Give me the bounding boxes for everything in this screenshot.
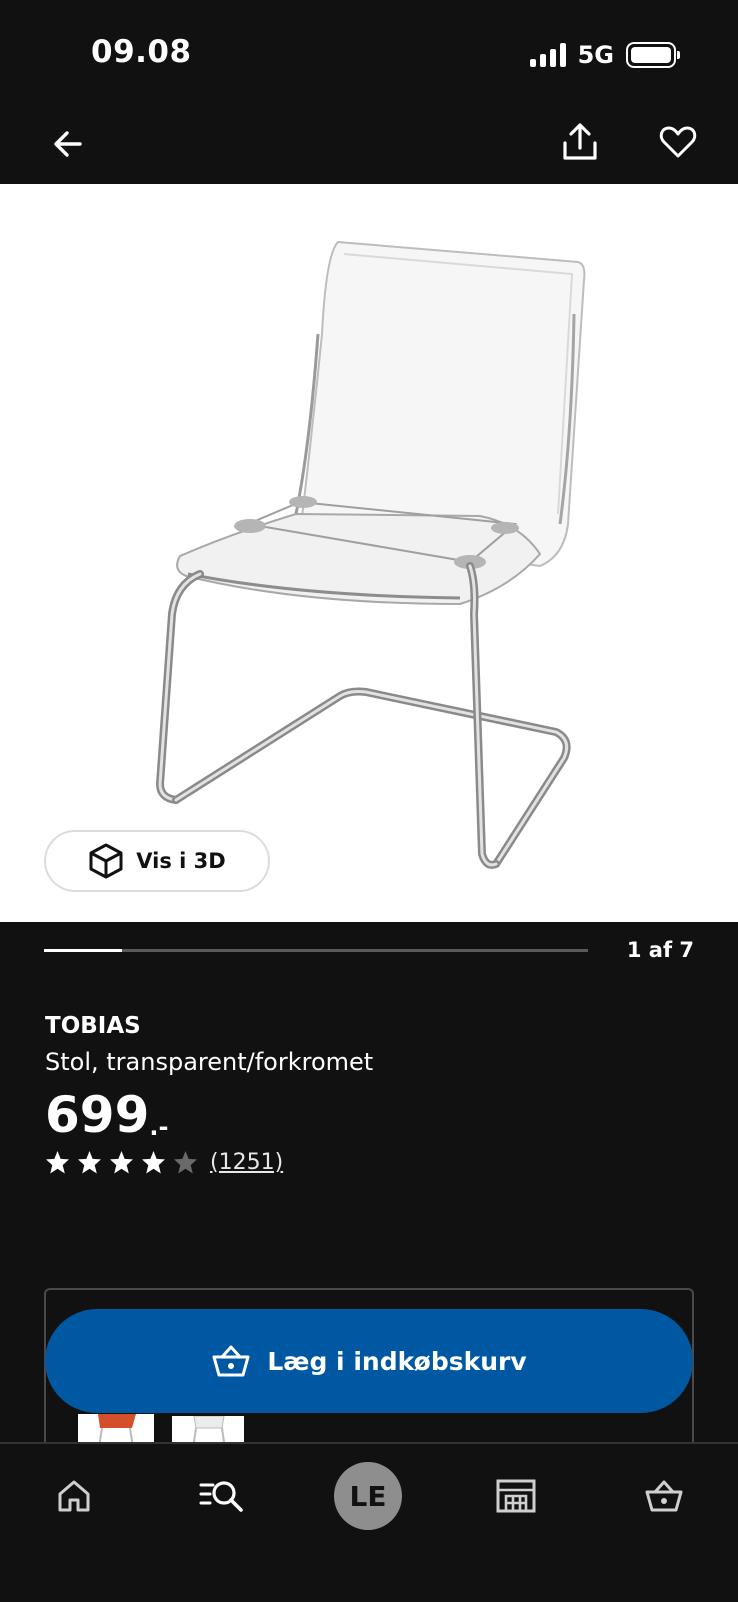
tab-cart[interactable]: [640, 1466, 688, 1526]
tab-store[interactable]: [492, 1466, 540, 1526]
product-image-gallery[interactable]: Vis i 3D: [0, 184, 738, 922]
cart-icon: [645, 1480, 683, 1512]
bottom-tab-bar: LE: [0, 1442, 738, 1602]
product-description: Stol, transparent/forkromet: [45, 1048, 374, 1076]
product-price: 699 .-: [45, 1086, 695, 1144]
battery-icon: [626, 42, 680, 68]
tab-search[interactable]: [194, 1466, 250, 1526]
star-rating: [45, 1150, 198, 1175]
star-icon: [78, 1151, 101, 1174]
share-button[interactable]: [556, 118, 604, 166]
network-label: 5G: [577, 41, 614, 69]
cube-3d-icon: [89, 843, 123, 879]
star-icon: [110, 1151, 133, 1174]
top-nav: [0, 104, 738, 184]
heart-icon: [659, 126, 697, 158]
store-icon: [496, 1479, 536, 1513]
search-list-icon: [199, 1481, 243, 1512]
share-icon: [563, 123, 597, 160]
star-icon: [46, 1151, 69, 1174]
avatar: LE: [334, 1462, 402, 1530]
progress-fill: [44, 949, 122, 952]
price-value: 699: [45, 1086, 150, 1144]
basket-icon: [212, 1345, 250, 1377]
view-in-3d-label: Vis i 3D: [136, 849, 226, 873]
star-icon: [142, 1151, 165, 1174]
home-icon: [58, 1480, 90, 1512]
add-to-cart-button[interactable]: Læg i indkøbskurv: [45, 1309, 693, 1413]
rating-row[interactable]: (1251): [45, 1150, 695, 1175]
review-count-link[interactable]: (1251): [210, 1150, 283, 1175]
progress-track: [44, 949, 588, 952]
back-arrow-icon: [54, 131, 82, 157]
status-bar: 09.08 5G: [0, 0, 738, 104]
status-time: 09.08: [91, 34, 192, 70]
gallery-progress: 1 af 7: [44, 938, 694, 968]
product-name: TOBIAS: [45, 1013, 141, 1039]
add-to-cart-label: Læg i indkøbskurv: [267, 1346, 527, 1376]
product-info: TOBIAS Stol, transparent/forkromet 699 .…: [45, 1010, 695, 1175]
signal-icon: [529, 43, 566, 67]
tab-home[interactable]: [48, 1466, 100, 1526]
image-counter: 1 af 7: [626, 938, 694, 962]
price-suffix: .-: [149, 1113, 169, 1141]
favorite-button[interactable]: [654, 118, 702, 166]
tab-profile[interactable]: LE: [334, 1462, 402, 1530]
view-in-3d-button[interactable]: Vis i 3D: [44, 830, 270, 892]
product-image: [155, 240, 586, 869]
status-indicators: 5G: [529, 38, 680, 72]
back-button[interactable]: [44, 120, 92, 168]
star-icon: [174, 1151, 197, 1174]
